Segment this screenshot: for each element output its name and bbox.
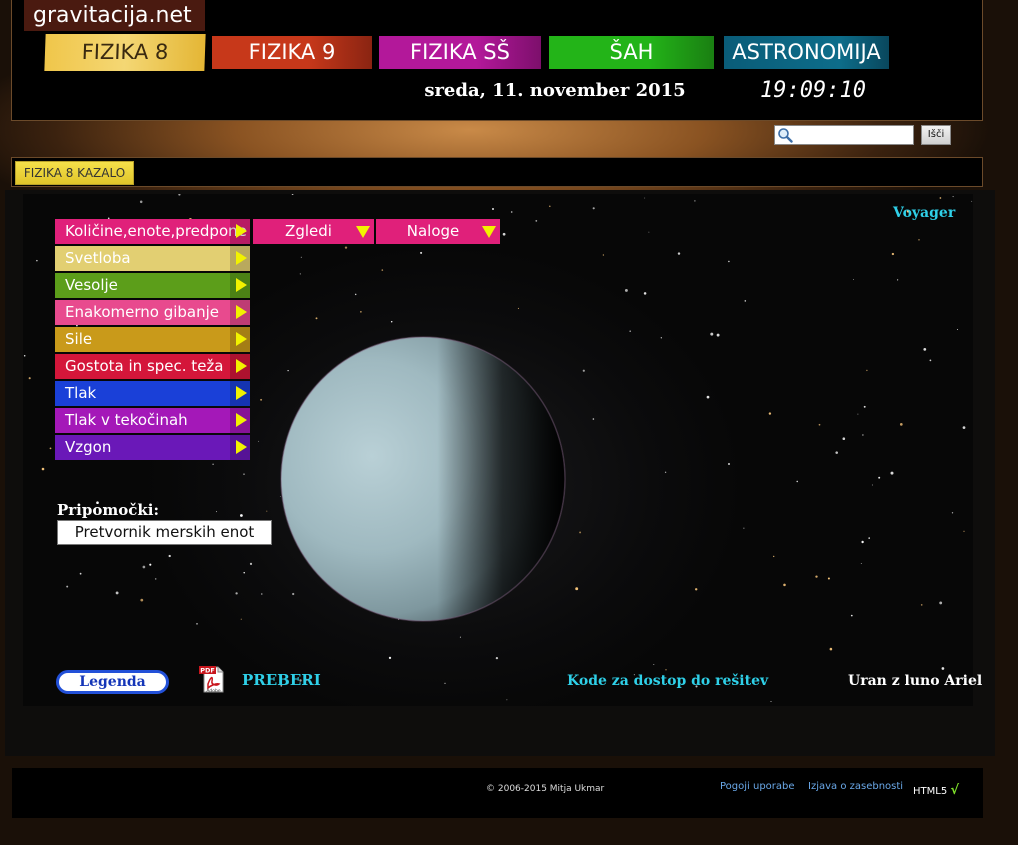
html5-label: HTML5	[913, 786, 948, 797]
play-arrow-icon	[236, 440, 247, 454]
zgledi-dropdown[interactable]: Zgledi	[253, 219, 374, 244]
menu-item-label: Vzgon	[65, 438, 112, 456]
search-button[interactable]: Išči	[921, 125, 951, 145]
play-arrow-icon	[236, 251, 247, 265]
search-input[interactable]	[794, 126, 912, 144]
tab-sah[interactable]: ŠAH	[549, 36, 714, 69]
menu-item[interactable]: Vesolje	[55, 273, 250, 298]
fizika-8-kazalo-button[interactable]: FIZIKA 8 KAZALO	[15, 161, 134, 185]
svg-text:Adobe: Adobe	[206, 688, 220, 694]
current-time: 19:09:10	[760, 78, 866, 103]
menu-item[interactable]: Vzgon	[55, 435, 250, 460]
current-date: sreda, 11. november 2015	[424, 80, 686, 101]
play-arrow-icon	[236, 224, 247, 238]
html5-badge: HTML5 √	[913, 783, 959, 798]
menu-item[interactable]: Sile	[55, 327, 250, 352]
voyager-link[interactable]: Voyager	[893, 205, 955, 221]
menu-item[interactable]: Gostota in spec. teža	[55, 354, 250, 379]
tools-heading: Pripomočki:	[57, 501, 160, 519]
menu-item-label: Vesolje	[65, 276, 118, 294]
menu-item-label: Tlak	[65, 384, 97, 402]
tab-astronomija[interactable]: ASTRONOMIJA	[724, 36, 889, 69]
site-logo[interactable]: gravitacija.net	[24, 0, 205, 31]
tab-fizika-9[interactable]: FIZIKA 9	[212, 36, 372, 69]
check-icon: √	[950, 783, 960, 798]
menu-item-label: Gostota in spec. teža	[65, 357, 224, 375]
magnifier-icon	[778, 128, 793, 143]
menu-item[interactable]: Enakomerno gibanje	[55, 300, 250, 325]
svg-text:PDF: PDF	[200, 667, 215, 675]
preberi-link[interactable]: PREBERI	[242, 671, 321, 689]
play-arrow-icon	[236, 413, 247, 427]
menu-item-label: Tlak v tekočinah	[65, 411, 188, 429]
play-arrow-icon	[236, 386, 247, 400]
kazalo-bar	[11, 157, 983, 187]
play-arrow-icon	[236, 359, 247, 373]
menu-item-label: Količine,enote,predpone	[65, 222, 247, 240]
play-arrow-icon	[236, 305, 247, 319]
naloge-dropdown[interactable]: Naloge	[376, 219, 500, 244]
play-arrow-icon	[236, 278, 247, 292]
pdf-adobe-icon[interactable]: PDF Adobe	[198, 664, 228, 694]
menu-item-label: Enakomerno gibanje	[65, 303, 220, 321]
play-arrow-icon	[236, 332, 247, 346]
menu-item-label: Sile	[65, 330, 93, 348]
copyright: © 2006-2015 Mitja Ukmar	[486, 784, 605, 794]
menu-item[interactable]: Tlak v tekočinah	[55, 408, 250, 433]
privacy-link[interactable]: Izjava o zasebnosti	[808, 781, 903, 792]
terms-link[interactable]: Pogoji uporabe	[720, 781, 795, 792]
chevron-down-icon	[356, 226, 370, 238]
tab-fizika-8[interactable]: FIZIKA 8	[44, 34, 206, 71]
menu-item-label: Svetloba	[65, 249, 131, 267]
menu-item[interactable]: Svetloba	[55, 246, 250, 271]
menu-item[interactable]: Tlak	[55, 381, 250, 406]
tab-fizika-ss[interactable]: FIZIKA SŠ	[379, 36, 541, 69]
chevron-down-icon	[482, 226, 496, 238]
menu-item[interactable]: Količine,enote,predpone	[55, 219, 250, 244]
unit-converter-button[interactable]: Pretvornik merskih enot	[57, 520, 272, 545]
legend-button[interactable]: Legenda	[56, 670, 169, 694]
solution-codes-link[interactable]: Kode za dostop do rešitev	[567, 673, 768, 689]
image-caption: Uran z luno Ariel	[848, 673, 983, 689]
